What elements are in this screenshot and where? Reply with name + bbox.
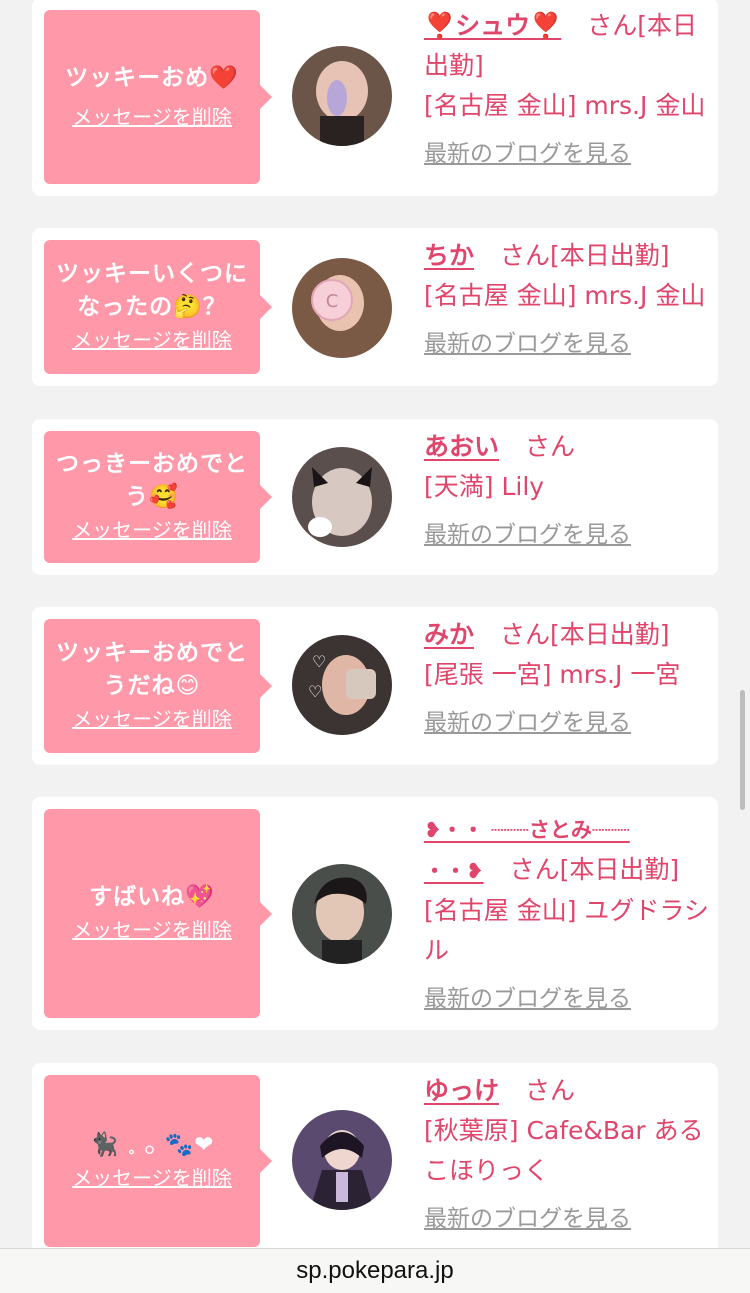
svg-text:♡: ♡ (308, 682, 322, 701)
cast-info: ❥・・ ┈┈┈さとみ┈┈┈ ・・❥ さん[本日出勤] [名古屋 金山] ユグドラ… (424, 809, 714, 1013)
delete-message-link[interactable]: メッセージを削除 (72, 103, 232, 131)
blog-link[interactable]: 最新のブログを見る (424, 515, 631, 549)
delete-message-link[interactable]: メッセージを削除 (72, 326, 232, 354)
cast-location: [尾張 一宮] mrs.J 一宮 (424, 660, 681, 689)
message-card: ツッキーおめ❤️ メッセージを削除 ❣️シュウ❣️ さん[本日出勤] [名古屋 … (32, 0, 718, 196)
delete-message-link[interactable]: メッセージを削除 (72, 516, 232, 544)
message-card: 🐈‍⬛ 𓈒 𓂂 🐾❤ メッセージを削除 ゆっけ さん [秋葉原] Cafe&Ba… (32, 1063, 718, 1263)
message-bubble: ツッキーいくつになったの🤔？ メッセージを削除 (44, 240, 272, 374)
cast-location: [名古屋 金山] mrs.J 金山 (424, 91, 706, 120)
cast-status: さん[本日出勤] (499, 620, 670, 649)
cast-name-link[interactable]: あおい (424, 432, 499, 461)
cast-info: ❣️シュウ❣️ さん[本日出勤] [名古屋 金山] mrs.J 金山 最新のブロ… (424, 6, 714, 168)
cast-name-link[interactable]: ゆっけ (424, 1076, 499, 1105)
message-card: ツッキーおめでとうだね😊 メッセージを削除 ♡ ♡ みか さん[本日出勤] [尾… (32, 607, 718, 765)
avatar[interactable] (292, 46, 392, 146)
cast-info: ちか さん[本日出勤] [名古屋 金山] mrs.J 金山 最新のブログを見る (424, 236, 714, 358)
message-bubble: つっきーおめでとう🥰 メッセージを削除 (44, 431, 272, 563)
avatar[interactable] (292, 447, 392, 547)
avatar[interactable] (292, 864, 392, 964)
message-bubble: すばいね💖 メッセージを削除 (44, 809, 272, 1018)
svg-text:♡: ♡ (312, 652, 326, 671)
cast-info: あおい さん [天満] Lily 最新のブログを見る (424, 427, 714, 549)
cast-status: さん[本日出勤] (509, 855, 680, 884)
blog-link[interactable]: 最新のブログを見る (424, 134, 631, 168)
message-text: すばいね💖 (89, 884, 215, 910)
message-bubble: ツッキーおめでとうだね😊 メッセージを削除 (44, 619, 272, 753)
cast-name-link[interactable]: みか (424, 620, 474, 649)
blog-link[interactable]: 最新のブログを見る (424, 979, 631, 1013)
delete-message-link[interactable]: メッセージを削除 (72, 705, 232, 733)
cast-info: ゆっけ さん [秋葉原] Cafe&Bar あるこほりっく 最新のブログを見る (424, 1071, 714, 1233)
browser-url-bar[interactable]: sp.pokepara.jp (0, 1248, 750, 1293)
message-bubble: 🐈‍⬛ 𓈒 𓂂 🐾❤ メッセージを削除 (44, 1075, 272, 1247)
cast-name-link[interactable]: ❣️シュウ❣️ (424, 11, 561, 40)
cast-location: [天満] Lily (424, 472, 545, 501)
avatar[interactable]: C (292, 258, 392, 358)
blog-link[interactable]: 最新のブログを見る (424, 324, 631, 358)
avatar[interactable]: ♡ ♡ (292, 635, 392, 735)
cast-status: さん (524, 1076, 575, 1105)
cast-info: みか さん[本日出勤] [尾張 一宮] mrs.J 一宮 最新のブログを見る (424, 615, 714, 737)
url-domain: sp.pokepara.jp (296, 1257, 454, 1284)
delete-message-link[interactable]: メッセージを削除 (72, 1164, 232, 1192)
cast-location: [秋葉原] Cafe&Bar あるこほりっく (424, 1116, 704, 1185)
message-card: すばいね💖 メッセージを削除 ❥・・ ┈┈┈さとみ┈┈┈ ・・❥ さん[本日出勤… (32, 797, 718, 1030)
message-text: ツッキーおめ❤️ (65, 64, 239, 91)
message-card: ツッキーいくつになったの🤔？ メッセージを削除 C ちか さん[本日出勤] [名… (32, 228, 718, 386)
cast-name-link[interactable]: ちか (424, 241, 474, 270)
scrollbar[interactable] (740, 690, 745, 810)
message-bubble: ツッキーおめ❤️ メッセージを削除 (44, 10, 272, 184)
cast-status: さん[本日出勤] (499, 241, 670, 270)
message-text: ツッキーおめでとうだね😊 (56, 640, 248, 699)
message-text: 🐈‍⬛ 𓈒 𓂂 🐾❤ (89, 1131, 215, 1158)
message-text: つっきーおめでとう🥰 (56, 451, 248, 510)
avatar[interactable] (292, 1110, 392, 1210)
svg-text:C: C (326, 291, 339, 312)
cast-location: [名古屋 金山] ユグドラシル (424, 896, 709, 965)
cast-name-link[interactable]: ・・❥ (424, 859, 484, 883)
blog-link[interactable]: 最新のブログを見る (424, 703, 631, 737)
cast-name-link[interactable]: ❥・・ ┈┈┈さとみ┈┈┈ (424, 818, 630, 842)
delete-message-link[interactable]: メッセージを削除 (72, 916, 232, 944)
cast-status: さん (524, 432, 575, 461)
blog-link[interactable]: 最新のブログを見る (424, 1199, 631, 1233)
cast-location: [名古屋 金山] mrs.J 金山 (424, 281, 706, 310)
message-text: ツッキーいくつになったの🤔？ (56, 261, 248, 320)
message-card: つっきーおめでとう🥰 メッセージを削除 あおい さん [天満] Lily 最新の… (32, 419, 718, 575)
